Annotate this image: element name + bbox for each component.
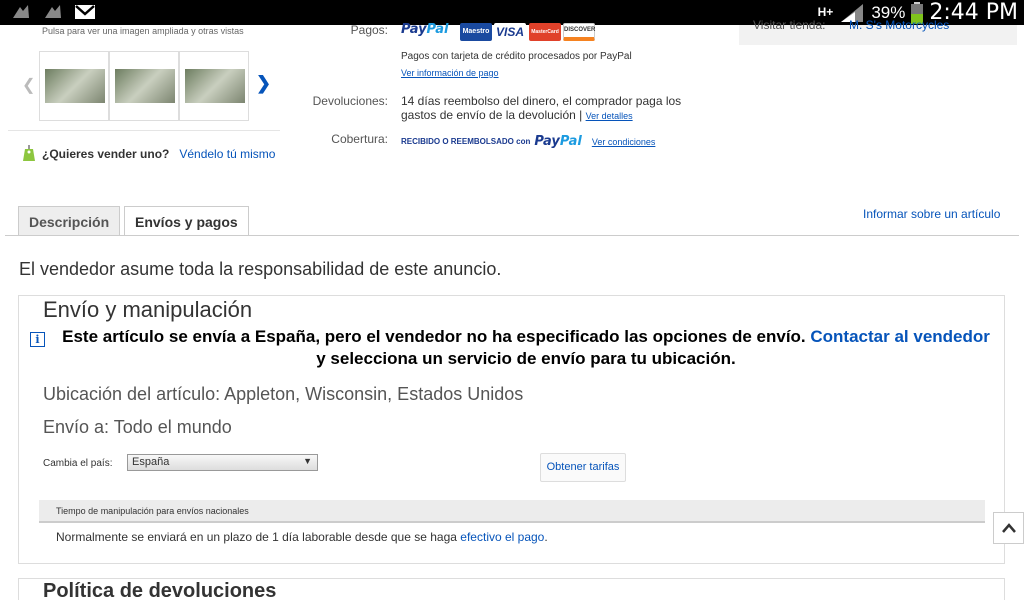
country-value: España <box>132 456 170 468</box>
maestro-card-icon: Maestro <box>460 23 492 41</box>
store-label: Visitar tienda: <box>753 18 826 32</box>
handling-text: Normalmente se enviará en un plazo de 1 … <box>56 530 548 544</box>
returns-label: Devoluciones: <box>312 94 388 108</box>
discover-card-icon: DISCOVER <box>563 23 595 41</box>
returns-details-link[interactable]: Ver detalles <box>586 111 633 121</box>
sell-question: ¿Quieres vender uno? <box>42 146 170 161</box>
thumbnail-2[interactable] <box>109 51 179 121</box>
sell-link[interactable]: Véndelo tú mismo <box>179 147 275 161</box>
coverage-text: RECIBIDO O REEMBOLSADO con <box>401 137 531 146</box>
thumbnail-strip: ❮ ❯ <box>18 51 278 121</box>
app-notification-icon <box>13 5 29 18</box>
divider <box>8 130 280 131</box>
paypal-logo: PayPal <box>534 134 582 149</box>
shipping-title: Envío y manipulación <box>43 297 253 322</box>
returns-text: 14 días reembolso del dinero, el comprad… <box>401 94 682 122</box>
mastercard-icon: MasterCard <box>529 23 561 41</box>
notification-icons <box>10 3 96 21</box>
paypal-logo: PayPal <box>401 22 449 37</box>
tab-underline <box>5 235 1019 236</box>
info-icon: i <box>30 332 45 347</box>
payments-note: Pagos con tarjeta de crédito procesados … <box>401 51 632 62</box>
gallery-hint: Pulsa para ver una imagen ampliada y otr… <box>42 26 244 36</box>
tab-descripcion[interactable]: Descripción <box>18 206 121 236</box>
visa-card-icon: VISA <box>494 23 526 41</box>
chevron-up-icon <box>1001 523 1016 533</box>
coverage-conditions-link[interactable]: Ver condiciones <box>592 137 656 147</box>
thumbnail-3[interactable] <box>179 51 249 121</box>
payments-label: Pagos: <box>350 23 388 37</box>
get-rates-button[interactable]: Obtener tarifas <box>540 453 626 482</box>
tab-envios-y-pagos[interactable]: Envíos y pagos <box>124 206 249 236</box>
item-location: Ubicación del artículo: Appleton, Wiscon… <box>43 384 524 404</box>
chevron-right-icon[interactable]: ❯ <box>256 73 271 94</box>
store-link[interactable]: M. S's Motorcycles <box>849 18 949 32</box>
report-item-link[interactable]: Informar sobre un artículo <box>863 207 1000 221</box>
ships-to: Envío a: Todo el mundo <box>43 417 232 437</box>
country-select[interactable]: España ▼ <box>127 454 318 471</box>
contact-seller-link[interactable]: Contactar al vendedor <box>810 327 990 346</box>
gmail-icon <box>75 5 95 19</box>
thumbnail-1[interactable] <box>39 51 109 121</box>
payment-info-link[interactable]: Ver información de pago <box>401 68 499 78</box>
sell-one-row: ¿Quieres vender uno? Véndelo tú mismo <box>22 145 275 162</box>
chevron-left-icon[interactable]: ❮ <box>22 75 35 95</box>
app-notification-icon <box>45 5 61 18</box>
handling-header: Tiempo de manipulación para envíos nacio… <box>39 500 985 523</box>
payment-cleared-link[interactable]: efectivo el pago <box>460 530 544 544</box>
responsibility-text: El vendedor asume toda la responsabilida… <box>19 259 502 279</box>
store-box: Visitar tienda: M. S's Motorcycles <box>739 18 1017 45</box>
shipping-notice: Este artículo se envía a España, pero el… <box>62 327 990 368</box>
returns-policy-title: Política de devoluciones <box>43 580 277 600</box>
country-label: Cambia el país: <box>43 458 113 469</box>
scroll-to-top-button[interactable] <box>993 512 1024 544</box>
price-tag-icon <box>23 145 35 161</box>
coverage-row: RECIBIDO O REEMBOLSADO con PayPal Ver co… <box>401 134 655 149</box>
network-type: H+ <box>817 5 834 19</box>
dropdown-arrow-icon: ▼ <box>303 456 312 466</box>
coverage-label: Cobertura: <box>331 132 388 146</box>
